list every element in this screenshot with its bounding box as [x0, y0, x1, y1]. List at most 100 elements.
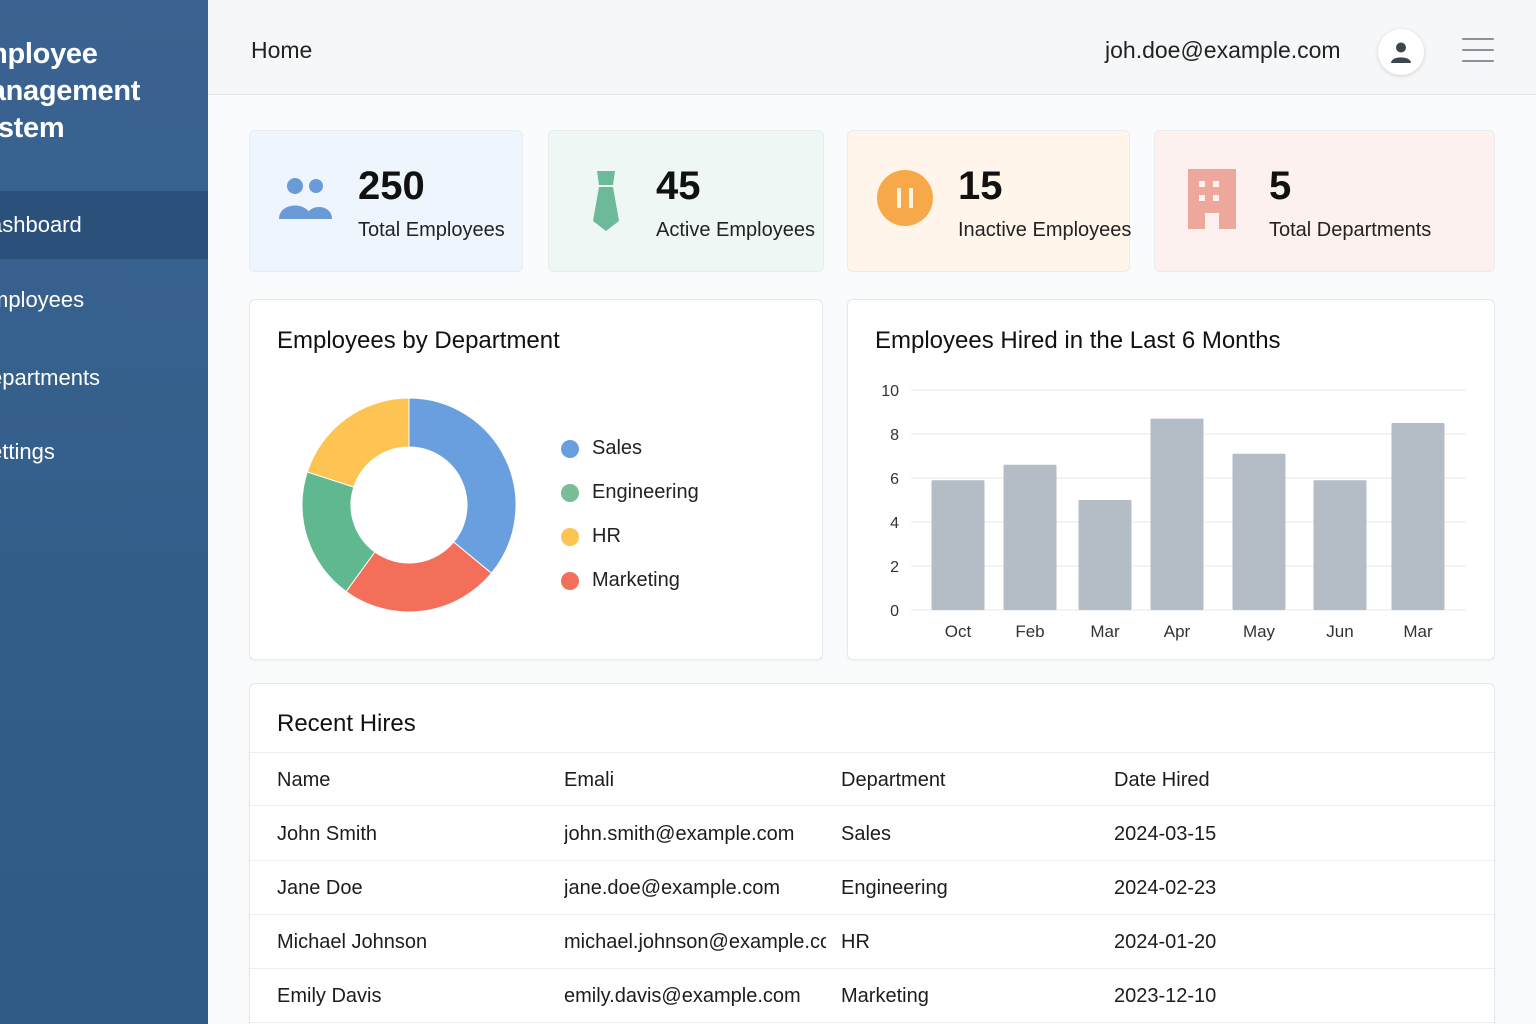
x-tick-label: Oct: [945, 622, 972, 641]
legend-swatch: [561, 527, 579, 546]
top-header: Home joh.doe@example.com: [208, 0, 1536, 95]
app-title: mployee lanagement ystem: [0, 36, 208, 147]
y-tick-label: 2: [890, 559, 899, 576]
stat-value: 5: [1269, 164, 1292, 208]
legend-swatch: [561, 483, 579, 502]
x-tick-label: Feb: [1015, 622, 1044, 641]
y-tick-label: 0: [890, 603, 899, 620]
sidebar-item-settings[interactable]: ettings: [0, 418, 208, 486]
sidebar-item-label: epartments: [0, 365, 101, 390]
legend-swatch: [561, 439, 579, 458]
legend-label: Sales: [592, 437, 643, 459]
bar-apr[interactable]: [1150, 418, 1204, 610]
stat-label: Active Employees: [656, 219, 815, 241]
bar-oct[interactable]: [931, 480, 985, 610]
legend-item: HR: [561, 525, 621, 548]
legend-label: Engineering: [592, 481, 699, 503]
y-tick-label: 4: [890, 515, 899, 532]
bar-jun[interactable]: [1313, 480, 1367, 610]
column-header[interactable]: Emali: [564, 753, 614, 807]
bar-mar[interactable]: [1391, 423, 1445, 610]
x-tick-label: Mar: [1090, 622, 1120, 641]
legend-label: HR: [592, 525, 621, 547]
cell-name: Jane Doe: [277, 877, 363, 899]
bar-mar[interactable]: [1078, 500, 1132, 610]
sidebar-item-label: mployees: [0, 287, 85, 312]
table-row[interactable]: John Smith john.smith@example.com Sales …: [250, 807, 1494, 861]
sidebar-item-label: ashboard: [0, 212, 82, 237]
recent-hires-panel: Recent Hires Name Emali Department Date …: [249, 683, 1495, 1024]
y-tick-label: 6: [890, 471, 899, 488]
cell-date-hired: 2024-01-20: [1114, 931, 1217, 953]
column-header[interactable]: Department: [841, 753, 946, 807]
x-tick-label: May: [1243, 622, 1276, 641]
pie-slice-sales[interactable]: [408, 397, 517, 574]
user-email[interactable]: joh.doe@example.com: [1105, 37, 1341, 64]
app-title-line: lanagement: [0, 75, 141, 107]
panel-title: Recent Hires: [277, 710, 416, 737]
panel-title: Employees by Department: [277, 327, 560, 354]
cell-date-hired: 2024-03-15: [1114, 823, 1217, 845]
column-header[interactable]: Name: [277, 753, 330, 807]
stat-value: 15: [958, 164, 1003, 208]
stat-label: Total Departments: [1269, 219, 1432, 241]
legend-item: Marketing: [561, 569, 680, 592]
sidebar: mployee lanagement ystem ashboard mploye…: [0, 0, 208, 1024]
y-tick-label: 8: [890, 427, 899, 444]
stat-label: Inactive Employees: [958, 219, 1132, 241]
sidebar-item-departments[interactable]: epartments: [0, 344, 208, 412]
dept-chart-panel: Employees by Department Sales Engineerin…: [249, 299, 823, 660]
bar-chart: 0 2 4 6 8 10 Oct Feb Mar Apr May Jun Mar: [881, 383, 1466, 641]
cell-email: john.smith@example.com: [564, 823, 795, 845]
cell-email: michael.johnson@example.com: [564, 931, 826, 953]
cell-name: John Smith: [277, 823, 378, 845]
cell-name: Emily Davis: [277, 985, 382, 1007]
cell-date-hired: 2023-12-10: [1114, 985, 1217, 1007]
users-icon: [279, 178, 332, 219]
stat-card-total-employees[interactable]: 250 Total Employees: [249, 130, 523, 272]
cell-name: Michael Johnson: [277, 931, 428, 953]
cell-date-hired: 2024-02-23: [1114, 877, 1217, 899]
table-header: Name Emali Department Date Hired: [250, 752, 1494, 806]
stat-card-total-departments[interactable]: 5 Total Departments: [1154, 130, 1495, 272]
user-icon: [1391, 42, 1411, 63]
legend-label: Marketing: [592, 569, 680, 591]
x-tick-label: Apr: [1164, 622, 1191, 641]
sidebar-item-employees[interactable]: mployees: [0, 266, 208, 334]
avatar-button[interactable]: [1378, 29, 1424, 75]
x-tick-label: Jun: [1326, 622, 1353, 641]
stat-card-inactive-employees[interactable]: 15 Inactive Employees: [847, 130, 1132, 272]
cell-department: Sales: [841, 823, 892, 845]
x-tick-label: Mar: [1403, 622, 1433, 641]
cell-department: Marketing: [841, 985, 929, 1007]
pause-icon: [877, 170, 933, 226]
stat-label: Total Employees: [358, 219, 505, 241]
tie-icon: [593, 171, 619, 231]
cell-email: jane.doe@example.com: [564, 877, 780, 899]
stat-card-active-employees[interactable]: 45 Active Employees: [548, 130, 824, 272]
cell-email: emily.davis@example.com: [564, 985, 801, 1007]
legend-item: Sales: [561, 437, 642, 460]
legend-item: Engineering: [561, 481, 699, 504]
hamburger-menu-icon[interactable]: [1462, 38, 1494, 62]
table-row[interactable]: Emily Davis emily.davis@example.com Mark…: [250, 969, 1494, 1023]
stat-value: 250: [358, 164, 425, 208]
y-tick-label: 10: [881, 383, 899, 400]
building-icon: [1188, 169, 1236, 229]
cell-department: Engineering: [841, 877, 948, 899]
bar-feb[interactable]: [1003, 464, 1057, 610]
stat-value: 45: [656, 164, 701, 208]
table-row[interactable]: Jane Doe jane.doe@example.com Engineerin…: [250, 861, 1494, 915]
pie-slice-hr[interactable]: [306, 397, 410, 488]
app-title-line: ystem: [0, 112, 65, 144]
sidebar-item-dashboard[interactable]: ashboard: [0, 191, 208, 259]
table-row[interactable]: Michael Johnson michael.johnson@example.…: [250, 915, 1494, 969]
bar-may[interactable]: [1232, 453, 1286, 610]
column-header[interactable]: Date Hired: [1114, 753, 1210, 807]
sidebar-item-label: ettings: [0, 439, 55, 464]
donut-chart: [302, 397, 517, 613]
page-title: Home: [251, 37, 313, 63]
cell-department: HR: [841, 931, 870, 953]
hires-chart-panel: Employees Hired in the Last 6 Months 024…: [847, 299, 1495, 660]
legend-swatch: [561, 571, 579, 590]
